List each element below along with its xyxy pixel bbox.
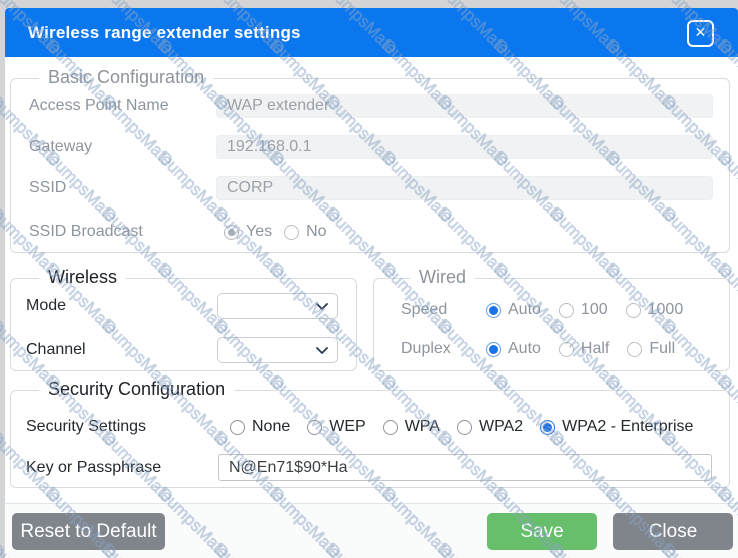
dialog-title: Wireless range extender settings <box>28 23 301 43</box>
basic-configuration-legend: Basic Configuration <box>39 67 213 88</box>
watermark-text: DumpsMate <box>0 0 9 3</box>
security-settings-label: Security Settings <box>26 418 230 436</box>
wireless-section: Wireless Mode Channel <box>10 278 357 371</box>
dialog-footer: Reset to Default Save Close <box>5 503 738 558</box>
security-configuration-legend: Security Configuration <box>39 379 234 400</box>
watermark-text: DumpsMate <box>266 0 345 3</box>
channel-select[interactable] <box>217 337 338 363</box>
key-passphrase-input[interactable] <box>218 454 712 481</box>
radio-option-wpa2[interactable]: WPA2 <box>457 418 523 436</box>
gateway-row: Gateway <box>29 135 719 159</box>
dialog-header: Wireless range extender settings ✕ <box>5 8 738 57</box>
radio-option-duplex-full: Full <box>627 340 675 358</box>
radio-option-speed-1000: 1000 <box>626 301 684 319</box>
ssid-broadcast-options: Yes No <box>224 223 327 241</box>
radio-option-speed-auto: Auto <box>486 301 541 319</box>
channel-label: Channel <box>26 341 86 359</box>
radio-option-broadcast-no: No <box>284 223 326 241</box>
radio-icon <box>383 420 398 435</box>
radio-option-speed-100: 100 <box>559 301 608 319</box>
radio-selected-icon <box>540 420 555 435</box>
wired-legend: Wired <box>410 267 475 288</box>
speed-options: Auto 100 1000 <box>486 301 683 319</box>
duplex-row: Duplex Auto Half Full <box>401 338 721 360</box>
gateway-input <box>216 135 713 159</box>
duplex-label: Duplex <box>401 340 486 358</box>
radio-option-broadcast-yes: Yes <box>224 223 272 241</box>
speed-row: Speed Auto 100 1000 <box>401 299 721 321</box>
watermark-text: DumpsMate <box>154 0 233 3</box>
wireless-legend: Wireless <box>39 267 126 288</box>
ssid-broadcast-row: SSID Broadcast Yes No <box>29 221 719 243</box>
radio-option-wpa2-enterprise[interactable]: WPA2 - Enterprise <box>540 418 693 436</box>
ssid-row: SSID <box>29 176 719 200</box>
chevron-down-icon <box>316 303 328 311</box>
radio-icon <box>627 342 642 357</box>
radio-icon <box>559 342 574 357</box>
radio-option-duplex-auto: Auto <box>486 340 541 358</box>
radio-icon <box>284 225 299 240</box>
mode-label: Mode <box>26 297 66 315</box>
gateway-label: Gateway <box>29 138 216 156</box>
watermark-text: DumpsMate <box>378 0 457 3</box>
access-point-name-input <box>216 94 713 118</box>
mode-select[interactable] <box>217 293 338 319</box>
ssid-label: SSID <box>29 179 216 197</box>
radio-icon <box>307 420 322 435</box>
wireless-extender-settings-dialog: Wireless range extender settings ✕ Basic… <box>5 8 738 558</box>
ssid-input <box>216 176 713 200</box>
speed-label: Speed <box>401 301 486 319</box>
access-point-name-row: Access Point Name <box>29 94 719 118</box>
radio-option-wep[interactable]: WEP <box>307 418 365 436</box>
watermark-text: DumpsMate <box>602 0 681 3</box>
access-point-name-label: Access Point Name <box>29 97 216 115</box>
watermark-text: DumpsMate <box>490 0 569 3</box>
basic-configuration-section: Basic Configuration Access Point Name Ga… <box>10 78 730 253</box>
radio-icon <box>626 303 641 318</box>
key-passphrase-row: Key or Passphrase <box>26 454 726 481</box>
save-button[interactable]: Save <box>487 513 597 550</box>
radio-selected-icon <box>224 225 239 240</box>
security-settings-options: None WEP WPA WPA2 WPA2 - Enterprise <box>230 418 693 436</box>
key-passphrase-label: Key or Passphrase <box>26 459 218 477</box>
close-button[interactable]: Close <box>613 513 733 550</box>
radio-option-duplex-half: Half <box>559 340 609 358</box>
radio-option-none[interactable]: None <box>230 418 290 436</box>
security-settings-row: Security Settings None WEP WPA WPA2 <box>26 416 726 438</box>
radio-option-wpa[interactable]: WPA <box>383 418 440 436</box>
close-icon[interactable]: ✕ <box>687 20 714 47</box>
radio-icon <box>230 420 245 435</box>
radio-selected-icon <box>486 342 501 357</box>
radio-selected-icon <box>486 303 501 318</box>
chevron-down-icon <box>316 347 328 355</box>
radio-icon <box>457 420 472 435</box>
radio-icon <box>559 303 574 318</box>
wired-section: Wired Speed Auto 100 1000 Duplex <box>373 278 730 371</box>
duplex-options: Auto Half Full <box>486 340 675 358</box>
security-configuration-section: Security Configuration Security Settings… <box>10 390 730 488</box>
ssid-broadcast-label: SSID Broadcast <box>29 223 216 241</box>
watermark-text: DumpsMate <box>714 0 738 3</box>
watermark-text: DumpsMate <box>42 0 121 3</box>
reset-to-default-button[interactable]: Reset to Default <box>12 513 165 550</box>
